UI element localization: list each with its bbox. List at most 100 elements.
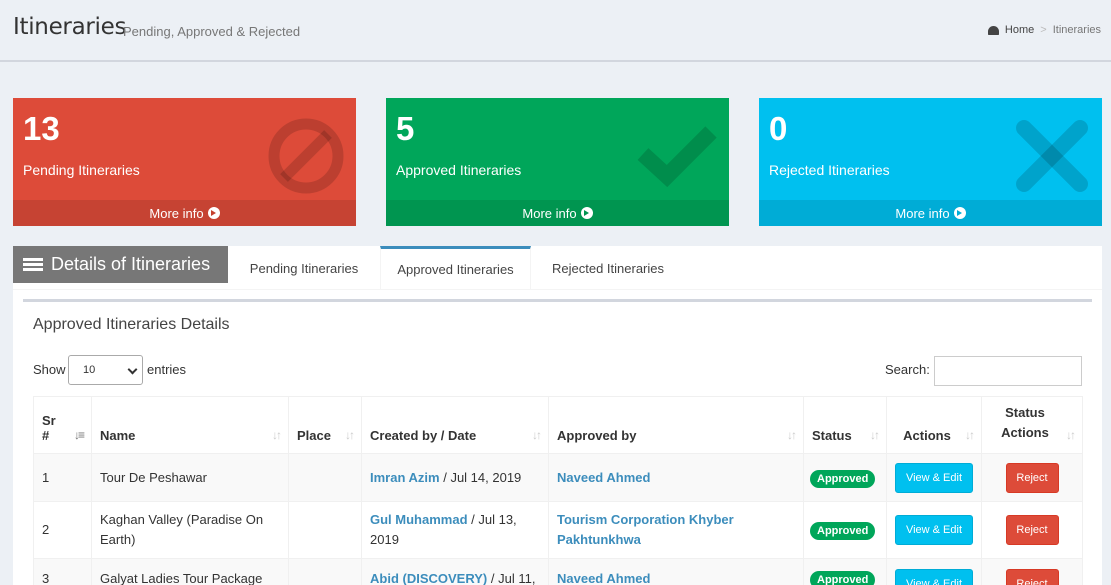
reject-button[interactable]: Reject [1005, 462, 1059, 493]
breadcrumb-home[interactable]: Home [1005, 24, 1034, 36]
page-length-value: 10 [83, 364, 96, 376]
rejected-label: Rejected Itineraries [769, 162, 890, 178]
breadcrumb: Home > Itineraries [987, 24, 1101, 36]
cell-name: Galyat Ladies Tour Package [91, 558, 289, 585]
column-header-created-by-label: Created by / Date [370, 428, 477, 443]
cell-approved-by: Naveed Ahmed [548, 558, 804, 585]
panel-title: Approved Itineraries Details [33, 316, 230, 333]
column-header-created-by[interactable]: Created by / Date ↓↑ [361, 396, 549, 454]
page-subtitle: Pending, Approved & Rejected [123, 24, 301, 39]
approved-itineraries-table: Sr # ↓≡ Name ↓↑ Place ↓↑ Created by / Date ↓… [33, 396, 1083, 585]
cell-sr: 1 [33, 453, 92, 502]
rejected-more-info-label: More info [895, 205, 950, 221]
status-badge: Approved [810, 522, 876, 540]
cell-sr: 2 [33, 501, 92, 559]
sort-icon: ↓↑ [870, 428, 880, 442]
cell-actions: View & Edit [886, 501, 982, 559]
approver-link[interactable]: Naveed Ahmed [557, 571, 650, 585]
status-badge: Approved [810, 469, 876, 488]
list-icon [23, 257, 43, 272]
itineraries-tabs-card: Details of Itineraries Pending Itinerari… [13, 246, 1102, 585]
status-badge: Approved [810, 571, 876, 585]
cell-place [288, 558, 362, 585]
approved-details-box: Approved Itineraries Details Show 10 ent… [23, 299, 1092, 585]
cell-status-actions: Reject [981, 501, 1083, 559]
column-header-sr[interactable]: Sr # ↓≡ [33, 396, 92, 454]
column-header-status-label: Status [812, 428, 852, 443]
view-edit-button[interactable]: View & Edit [895, 569, 973, 585]
column-header-status-actions[interactable]: Status Actions ↓↑ [981, 396, 1083, 454]
reject-button[interactable]: Reject [1005, 569, 1059, 585]
breadcrumb-current: Itineraries [1052, 24, 1101, 36]
approved-more-info-link[interactable]: More info [386, 200, 729, 226]
tabs-header-title: Details of Itineraries [51, 254, 211, 274]
cell-status-actions: Reject [981, 453, 1083, 502]
rejected-more-info-link[interactable]: More info [759, 200, 1102, 226]
view-edit-button[interactable]: View & Edit [895, 515, 973, 545]
table-row: 3 Galyat Ladies Tour Package Abid (DISCO… [33, 558, 1083, 585]
created-date: / Jul 11, [490, 571, 536, 585]
pending-stat-box: 13 Pending Itineraries More info [13, 98, 356, 226]
column-header-sr-label: Sr # [42, 413, 56, 443]
check-icon [637, 126, 717, 188]
cell-sr: 3 [33, 558, 92, 585]
creator-link[interactable]: Abid (DISCOVERY) [370, 571, 487, 585]
table-row: 2 Kaghan Valley (Paradise On Earth) Gul … [33, 501, 1083, 559]
chevron-down-icon [127, 364, 138, 375]
column-header-name-label: Name [100, 428, 136, 443]
cell-place [288, 453, 362, 502]
tab-pending[interactable]: Pending Itineraries [235, 246, 373, 290]
cell-status: Approved [803, 558, 887, 585]
table-row: 1 Tour De Peshawar Imran Azim / Jul 14, … [33, 453, 1083, 502]
cell-actions: View & Edit [886, 558, 982, 585]
entries-label: entries [147, 362, 187, 377]
pending-label: Pending Itineraries [23, 162, 140, 178]
column-header-name[interactable]: Name ↓↑ [91, 396, 289, 454]
tabs-header: Details of Itineraries [13, 246, 228, 283]
cell-place [288, 501, 362, 559]
cell-name: Tour De Peshawar [91, 453, 289, 502]
search-input[interactable] [934, 356, 1082, 386]
breadcrumb-separator: > [1040, 24, 1047, 36]
cell-actions: View & Edit [886, 453, 982, 502]
dashboard-icon [987, 25, 999, 35]
pending-more-info-link[interactable]: More info [13, 200, 356, 226]
column-header-approved-by-label: Approved by [557, 428, 637, 443]
sort-icon: ↓↑ [787, 428, 797, 442]
view-edit-button[interactable]: View & Edit [895, 462, 973, 493]
show-label: Show [33, 362, 66, 377]
column-header-place[interactable]: Place ↓↑ [288, 396, 362, 454]
approved-more-info-label: More info [522, 205, 577, 221]
cell-created-by: Abid (DISCOVERY) / Jul 11, [361, 558, 549, 585]
cell-status-actions: Reject [981, 558, 1083, 585]
tab-divider [13, 289, 1102, 290]
column-header-status[interactable]: Status ↓↑ [803, 396, 887, 454]
column-header-actions-label: Actions [903, 428, 951, 443]
approver-link[interactable]: Tourism Corporation Khyber Pakhtunkhwa [557, 512, 734, 547]
creator-link[interactable]: Imran Azim [370, 470, 440, 485]
sort-asc-icon: ↓≡ [73, 428, 85, 442]
arrow-circle-right-icon [207, 207, 220, 219]
arrow-circle-right-icon [580, 207, 593, 219]
column-header-approved-by[interactable]: Approved by ↓↑ [548, 396, 804, 454]
created-date: / Jul 14, 2019 [443, 469, 522, 485]
creator-link[interactable]: Gul Muhammad [370, 512, 468, 527]
approved-count: 5 [396, 110, 415, 147]
tab-approved[interactable]: Approved Itineraries [380, 246, 531, 290]
column-header-actions[interactable]: Actions ↓↑ [886, 396, 982, 454]
page-title: Itineraries [13, 14, 127, 40]
cell-status: Approved [803, 453, 887, 502]
cell-created-by: Imran Azim / Jul 14, 2019 [361, 453, 549, 502]
cell-approved-by: Tourism Corporation Khyber Pakhtunkhwa [548, 501, 804, 559]
sort-icon: ↓↑ [345, 428, 355, 442]
cell-created-by: Gul Muhammad / Jul 13, 2019 [361, 501, 549, 559]
rejected-count: 0 [769, 110, 788, 147]
content-header: Itineraries Pending, Approved & Rejected… [0, 0, 1111, 62]
tab-rejected[interactable]: Rejected Itineraries [535, 246, 681, 290]
page-length-select[interactable]: 10 [68, 355, 143, 385]
approver-link[interactable]: Naveed Ahmed [557, 470, 650, 485]
reject-button[interactable]: Reject [1005, 515, 1059, 545]
rejected-stat-box: 0 Rejected Itineraries More info [759, 98, 1102, 226]
cell-approved-by: Naveed Ahmed [548, 453, 804, 502]
sort-icon: ↓↑ [965, 428, 975, 442]
